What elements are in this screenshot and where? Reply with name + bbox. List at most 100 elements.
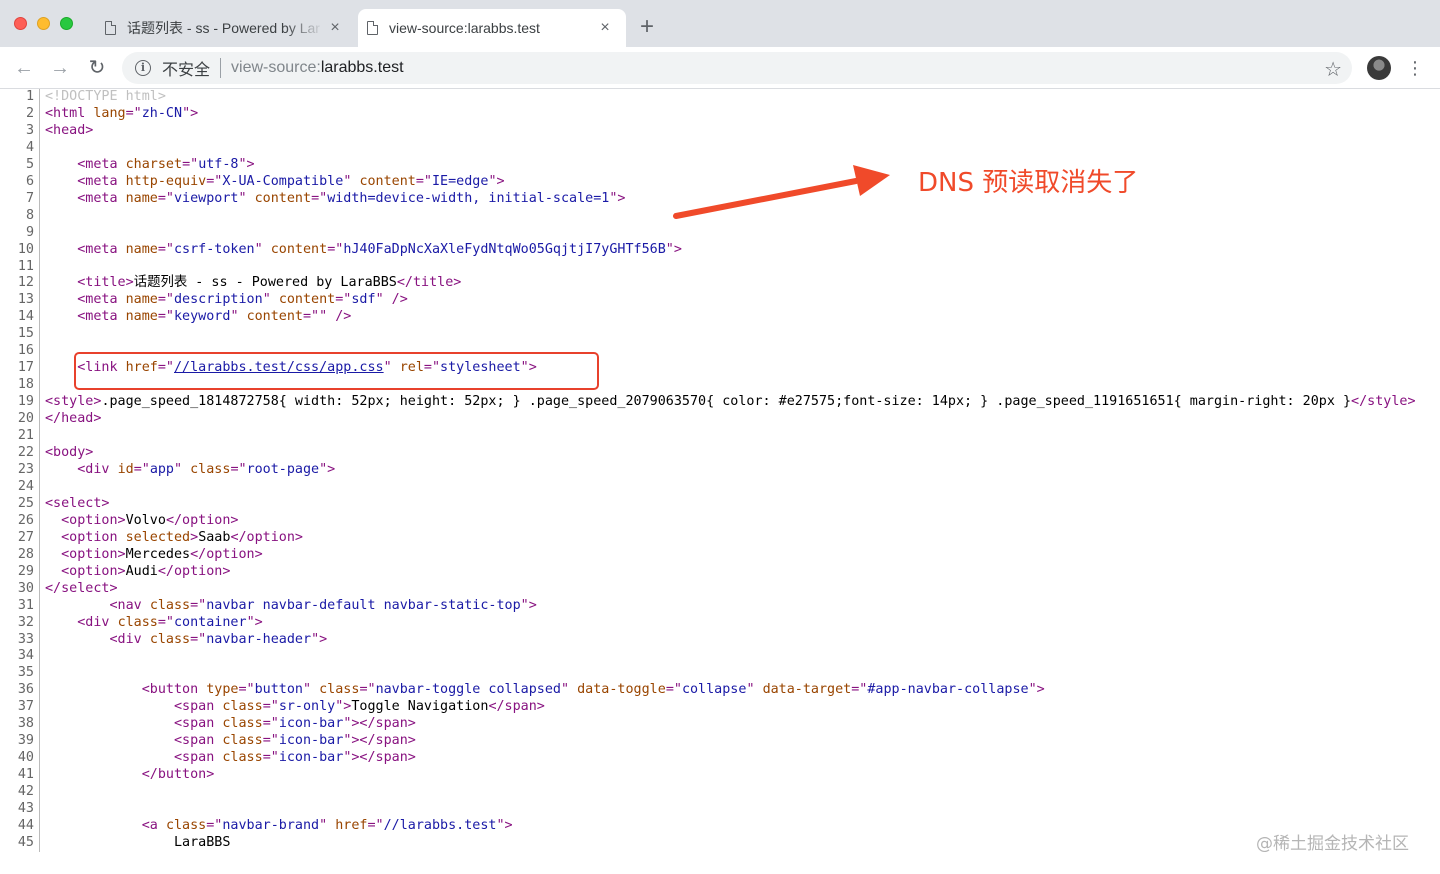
menu-kebab-icon[interactable]: ⋮	[1406, 57, 1424, 79]
code-token: <meta	[77, 190, 126, 206]
line-code: </button>	[40, 767, 1440, 784]
code-token: <option>	[61, 563, 126, 579]
line-number: 31	[0, 597, 40, 615]
avatar[interactable]	[1367, 56, 1391, 80]
line-number: 19	[0, 394, 40, 412]
code-token: name	[125, 190, 158, 206]
code-token: <span	[174, 716, 223, 732]
address-bar[interactable]: i 不安全 view-source: larabbs.test ☆	[122, 52, 1352, 84]
line-code: <span class="icon-bar"></span>	[40, 750, 1440, 767]
code-token: <body>	[45, 445, 94, 461]
code-token: ">	[238, 156, 255, 172]
code-token: ="	[190, 631, 207, 647]
window-close-button[interactable]	[14, 17, 27, 30]
line-number: 14	[0, 309, 40, 327]
code-token: ="	[182, 156, 199, 172]
source-line: 25 <select>	[0, 495, 1440, 513]
line-number: 18	[0, 377, 40, 395]
code-token: //larabbs.test	[383, 817, 497, 833]
code-token: name	[125, 241, 158, 257]
window-zoom-button[interactable]	[60, 17, 73, 30]
code-token: zh-CN	[141, 105, 183, 121]
code-token: <span	[174, 750, 223, 766]
back-arrow-icon[interactable]: ←	[11, 55, 37, 81]
tab-close-icon[interactable]: ×	[324, 19, 346, 37]
source-line: 1 <!DOCTYPE html>	[0, 89, 1440, 106]
source-line: 44 <a class="navbar-brand" href="//larab…	[0, 817, 1440, 835]
source-line: 39 <span class="icon-bar"></span>	[0, 733, 1440, 751]
address-divider	[220, 58, 222, 78]
code-token: ="	[157, 614, 174, 630]
reload-icon[interactable]: ↻	[84, 55, 110, 81]
code-token: data-toggle	[577, 682, 666, 698]
line-number: 2	[0, 105, 40, 123]
line-number: 30	[0, 580, 40, 598]
code-token: content	[270, 241, 328, 257]
code-token: Mercedes	[125, 546, 191, 562]
code-token: ="	[262, 750, 279, 766]
tab-close-icon[interactable]: ×	[594, 19, 616, 37]
browser-toolbar: ← → ↻ i 不安全 view-source: larabbs.test ☆	[0, 47, 1440, 89]
line-number: 43	[0, 801, 40, 818]
code-token: class	[117, 614, 158, 630]
code-token: ="	[665, 682, 682, 698]
source-line: 24	[0, 478, 1440, 496]
forward-arrow-icon[interactable]: →	[47, 55, 73, 81]
code-token: ="	[190, 597, 207, 613]
code-token: ="	[415, 173, 432, 189]
code-token: ="	[206, 173, 223, 189]
line-code: <option selected>Saab</option>	[40, 530, 1440, 547]
code-token: <option>	[61, 546, 126, 562]
url-host: larabbs.test	[320, 59, 404, 76]
code-token: navbar-header	[206, 631, 312, 647]
code-token: </button>	[141, 767, 215, 783]
code-token: class	[149, 631, 191, 647]
code-token: content	[359, 173, 416, 189]
line-code: <span class="icon-bar"></span>	[40, 716, 1440, 733]
tab-title: view-source:larabbs.test	[389, 20, 540, 36]
line-number: 35	[0, 665, 40, 683]
source-line: 28 <option>Mercedes</option>	[0, 546, 1440, 564]
source-line: 21	[0, 428, 1440, 446]
source-line: 13 <meta name="description" content="sdf…	[0, 292, 1440, 310]
line-code: <style>.page_speed_1814872758{ width: 52…	[40, 394, 1440, 411]
tab-topics[interactable]: 话题列表 - ss - Powered by Lar ×	[96, 9, 356, 47]
source-line: 32 <div class="container">	[0, 614, 1440, 632]
tab-view-source[interactable]: view-source:larabbs.test ×	[358, 9, 626, 47]
code-token: class	[149, 597, 191, 613]
code-token: type	[206, 682, 239, 698]
code-token: "	[262, 292, 279, 308]
source-line: 37 <span class="sr-only">Toggle Navigati…	[0, 699, 1440, 717]
annotation-text: DNS 预读取消失了	[918, 168, 1139, 198]
code-token: ">	[311, 631, 328, 647]
code-token: X-UA-Compatible	[222, 173, 344, 189]
source-line: 34	[0, 648, 1440, 666]
bookmark-star-icon[interactable]: ☆	[1324, 57, 1342, 82]
line-code: <div class="navbar-header">	[40, 632, 1440, 649]
code-token: LaraBBS	[45, 834, 231, 850]
new-tab-button[interactable]: +	[640, 13, 654, 41]
security-label[interactable]: 不安全	[162, 56, 210, 80]
source-line: 15	[0, 326, 1440, 344]
window-minimize-button[interactable]	[37, 17, 50, 30]
code-token: ="	[262, 699, 279, 715]
code-token: Toggle Navigation	[351, 699, 489, 715]
line-code: <button type="button" class="navbar-togg…	[40, 682, 1440, 699]
code-token: ="	[262, 716, 279, 732]
code-token: ="" />	[303, 309, 352, 325]
code-token: viewport	[174, 190, 239, 206]
tab-strip: 话题列表 - ss - Powered by Lar × view-source…	[0, 0, 1440, 47]
info-icon[interactable]: i	[135, 60, 151, 76]
